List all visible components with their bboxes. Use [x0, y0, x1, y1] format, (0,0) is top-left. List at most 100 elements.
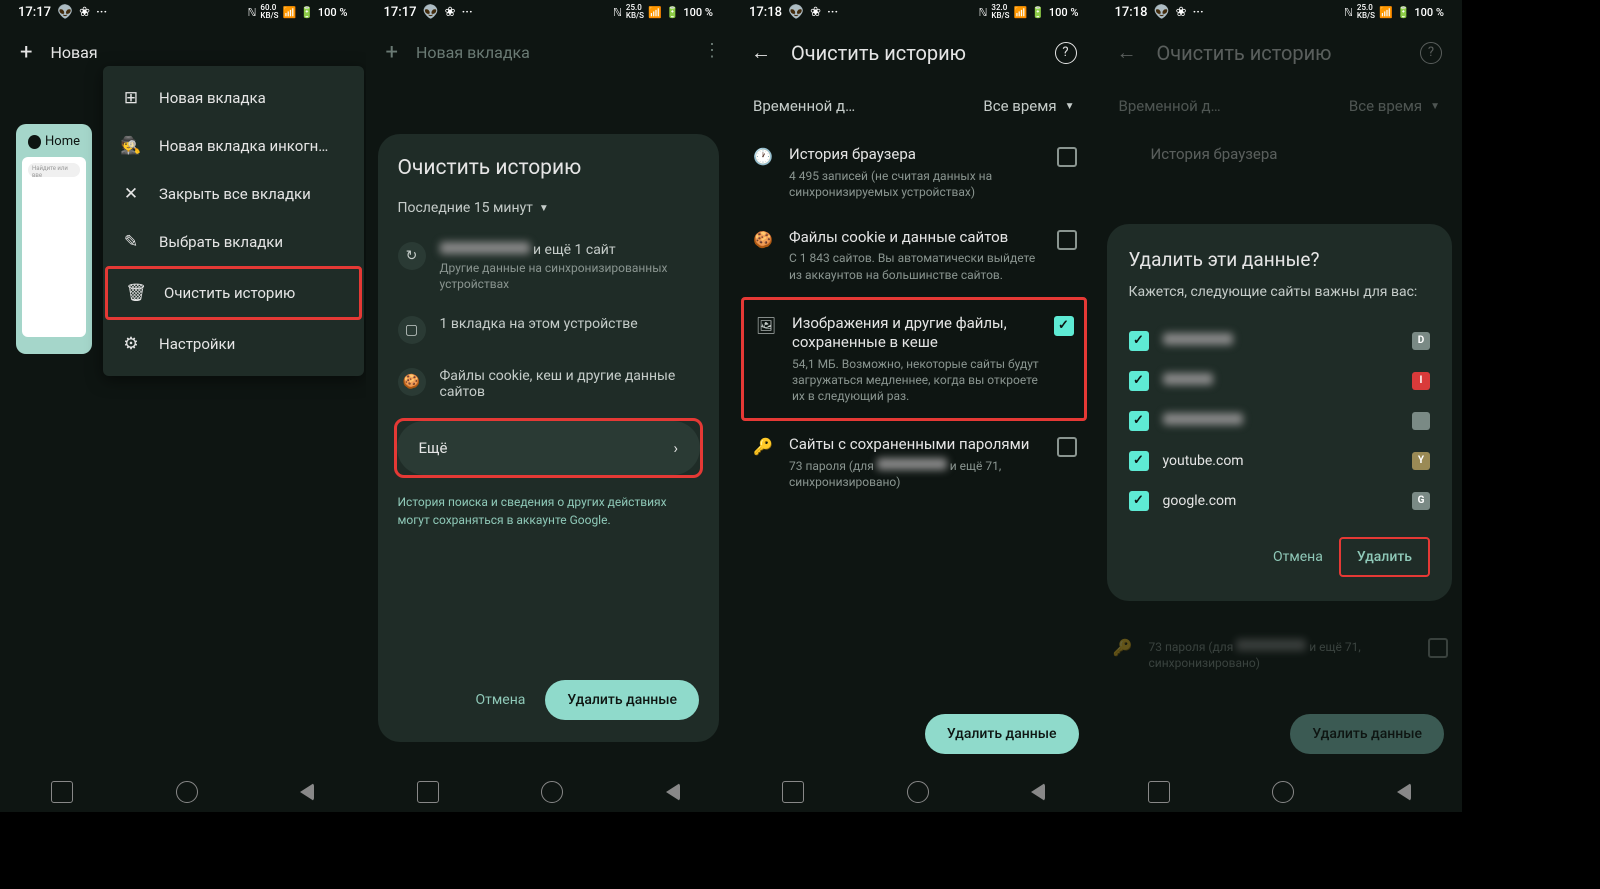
nav-home[interactable] [907, 781, 929, 803]
clear-history-sheet: Очистить историю Последние 15 минут▼ ↻ и… [378, 134, 720, 742]
checkbox[interactable] [1057, 147, 1077, 167]
tab-icon: ▢ [398, 316, 426, 344]
phone-1: 17:17👽❀··· ℕ60.0KB/S📶🔋100 % + Новая Home… [0, 0, 366, 812]
site-item-google[interactable]: ✓google.comG [1129, 481, 1431, 521]
time-range-row[interactable]: Временной д… Все время▼ [737, 81, 1091, 131]
overflow-menu: ⊞Новая вкладка 🕵Новая вкладка инкогн… ✕З… [103, 66, 364, 376]
close-icon: ✕ [121, 184, 141, 204]
cancel-button[interactable]: Отмена [1257, 539, 1339, 575]
delete-button[interactable]: Удалить [1339, 537, 1430, 577]
site-item-youtube[interactable]: ✓youtube.comY [1129, 441, 1431, 481]
reddit-icon: 👽 [57, 5, 73, 20]
overflow-icon[interactable]: ⋮ [703, 40, 721, 61]
sheet-title: Очистить историю [398, 156, 700, 180]
site-item[interactable]: ✓D [1129, 321, 1431, 361]
new-tab-icon[interactable]: + [20, 40, 32, 65]
checkbox[interactable] [1057, 230, 1077, 250]
nav-back[interactable] [666, 783, 680, 801]
phone-4: 17:18👽❀··· ℕ25.0KB/S📶🔋100 % ← Очистить и… [1097, 0, 1463, 812]
back-icon[interactable]: ← [751, 40, 771, 65]
help-icon: ? [1420, 42, 1442, 64]
key-icon: 🔑 [751, 437, 775, 456]
row-cached-images[interactable]: 🖼 Изображения и другие файлы, сохраненны… [741, 297, 1087, 422]
bg-history-title: История браузера [1103, 131, 1457, 177]
new-tab-icon: ⊞ [121, 88, 141, 108]
phone-2: 17:17👽❀··· ℕ25.0KB/S📶🔋100 % + Новая вкла… [366, 0, 732, 812]
page-title: Очистить историю [1157, 41, 1401, 65]
phone-3: 17:18👽❀··· ℕ32.0KB/S📶🔋100 % ← Очистить и… [731, 0, 1097, 812]
item-synced-sites[interactable]: ↻ и ещё 1 сайтДругие данные на синхрониз… [398, 230, 700, 304]
header-title: Новая вкладка [416, 43, 530, 62]
tab-card[interactable]: Home Найдите или вве [16, 124, 92, 354]
more-button-highlight: Ещё› [394, 418, 704, 478]
site-item[interactable]: ✓ [1129, 401, 1431, 441]
time-range-dropdown[interactable]: Последние 15 минут▼ [398, 200, 700, 216]
nav-recents[interactable] [1148, 781, 1170, 803]
history-icon: ↻ [398, 242, 426, 270]
cancel-button[interactable]: Отмена [476, 692, 526, 708]
checkbox-checked[interactable]: ✓ [1129, 331, 1149, 351]
tab-label: Home [45, 134, 80, 149]
chevron-down-icon: ▼ [539, 203, 549, 214]
incognito-icon: 🕵 [121, 136, 141, 156]
item-cookies[interactable]: 🍪 Файлы cookie, кеш и другие данные сайт… [398, 356, 700, 412]
item-tabs[interactable]: ▢ 1 вкладка на этом устройстве [398, 304, 700, 356]
header-title: Новая [50, 43, 97, 62]
menu-close-all[interactable]: ✕Закрыть все вкладки [103, 170, 364, 218]
cookie-icon: 🍪 [751, 230, 775, 249]
nav-back[interactable] [300, 783, 314, 801]
cookie-icon: 🍪 [398, 368, 426, 396]
edit-icon: ✎ [121, 232, 141, 252]
footer-note: История поиска и сведения о других дейст… [398, 494, 700, 529]
trash-icon: 🗑 [126, 283, 146, 303]
nfc-icon: ℕ [248, 6, 257, 19]
checkbox[interactable] [1057, 437, 1077, 457]
menu-new-tab[interactable]: ⊞Новая вкладка [103, 74, 364, 122]
gear-icon: ⚙ [121, 334, 141, 354]
clock-icon: 🕐 [751, 147, 775, 166]
nav-bar [0, 772, 366, 812]
delete-data-button[interactable]: Удалить данные [545, 680, 699, 720]
status-bar: 17:18👽❀··· ℕ25.0KB/S📶🔋100 % [1097, 0, 1463, 24]
dialog-subtitle: Кажется, следующие сайты важны для вас: [1129, 283, 1431, 303]
nav-back[interactable] [1031, 783, 1045, 801]
row-cookies[interactable]: 🍪 Файлы cookie и данные сайтовС 1 843 са… [741, 214, 1087, 297]
status-bar: 17:17👽❀··· ℕ60.0KB/S📶🔋100 % [0, 0, 366, 24]
new-tab-icon[interactable]: + [386, 40, 398, 65]
checkbox-checked[interactable]: ✓ [1054, 316, 1074, 336]
menu-settings[interactable]: ⚙Настройки [103, 320, 364, 368]
row-browser-history[interactable]: 🕐 История браузера4 495 записей (не счит… [741, 131, 1087, 214]
key-icon: 🔑 [1111, 638, 1135, 657]
image-icon: 🖼 [754, 316, 778, 335]
nav-recents[interactable] [51, 781, 73, 803]
checkbox-checked[interactable]: ✓ [1129, 371, 1149, 391]
checkbox-checked[interactable]: ✓ [1129, 451, 1149, 471]
site-item[interactable]: ✓I [1129, 361, 1431, 401]
chevron-right-icon: › [673, 439, 678, 457]
status-bar: 17:18👽❀··· ℕ32.0KB/S📶🔋100 % [731, 0, 1097, 24]
nav-back[interactable] [1397, 783, 1411, 801]
status-time: 17:17 [18, 5, 51, 20]
chevron-down-icon: ▼ [1065, 101, 1075, 112]
checkbox [1428, 638, 1448, 658]
row-passwords[interactable]: 🔑 Сайты с сохраненными паролями73 пароля… [741, 421, 1087, 504]
nav-home[interactable] [1272, 781, 1294, 803]
page-title: Очистить историю [791, 41, 1035, 65]
nav-recents[interactable] [417, 781, 439, 803]
delete-data-button[interactable]: Удалить данные [925, 714, 1079, 754]
tabs-header: + Новая вкладка ⋮ [372, 24, 726, 81]
help-icon[interactable]: ? [1055, 42, 1077, 64]
checkbox-checked[interactable]: ✓ [1129, 491, 1149, 511]
nav-home[interactable] [176, 781, 198, 803]
menu-clear-history[interactable]: 🗑Очистить историю [105, 266, 362, 320]
row-passwords-bg: 🔑 73 пароля (для и ещё 71, синхронизиров… [1101, 622, 1459, 685]
more-button[interactable]: Ещё› [397, 421, 701, 475]
status-bar: 17:17👽❀··· ℕ25.0KB/S📶🔋100 % [366, 0, 732, 24]
menu-incognito[interactable]: 🕵Новая вкладка инкогн… [103, 122, 364, 170]
delete-data-button-bg: Удалить данные [1290, 714, 1444, 754]
checkbox-checked[interactable]: ✓ [1129, 411, 1149, 431]
menu-select-tabs[interactable]: ✎Выбрать вкладки [103, 218, 364, 266]
confirm-dialog: Удалить эти данные? Кажется, следующие с… [1107, 224, 1453, 601]
nav-home[interactable] [541, 781, 563, 803]
nav-recents[interactable] [782, 781, 804, 803]
